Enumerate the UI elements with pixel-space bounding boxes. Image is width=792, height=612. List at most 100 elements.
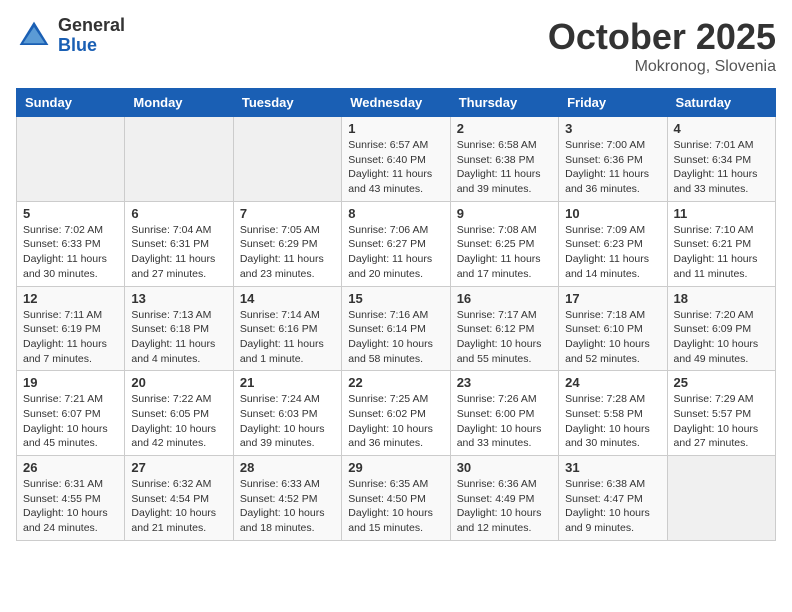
calendar-cell: 17Sunrise: 7:18 AM Sunset: 6:10 PM Dayli… [559, 286, 667, 371]
day-number: 21 [240, 375, 335, 390]
day-info: Sunrise: 6:36 AM Sunset: 4:49 PM Dayligh… [457, 477, 552, 536]
calendar-cell: 1 Sunrise: 6:57 AM Sunset: 6:40 PM Daylig… [342, 117, 450, 202]
day-info: Sunrise: 7:25 AM Sunset: 6:02 PM Dayligh… [348, 392, 443, 451]
col-header-monday: Monday [125, 89, 233, 117]
day-number: 11 [674, 206, 769, 221]
calendar-cell: 21 Sunrise: 7:24 AM Sunset: 6:03 PM Dayli… [233, 371, 341, 456]
calendar-cell: 8Sunrise: 7:06 AM Sunset: 6:27 PM Daylig… [342, 201, 450, 286]
calendar-cell: 10Sunrise: 7:09 AM Sunset: 6:23 PM Dayli… [559, 201, 667, 286]
day-number: 6 [131, 206, 226, 221]
calendar-week-row: 19 Sunrise: 7:21 AM Sunset: 6:07 PM Dayli… [17, 371, 776, 456]
day-number: 5 [23, 206, 118, 221]
calendar-cell: 20 Sunrise: 7:22 AM Sunset: 6:05 PM Dayli… [125, 371, 233, 456]
calendar-cell [233, 117, 341, 202]
day-info: Sunrise: 7:08 AM Sunset: 6:25 PM Dayligh… [457, 223, 552, 282]
logo: General Blue [16, 16, 125, 56]
day-info: Sunrise: 7:26 AM Sunset: 6:00 PM Dayligh… [457, 392, 552, 451]
calendar-week-row: 1 Sunrise: 6:57 AM Sunset: 6:40 PM Daylig… [17, 117, 776, 202]
col-header-thursday: Thursday [450, 89, 558, 117]
month-title: October 2025 [548, 16, 776, 58]
day-number: 25 [674, 375, 769, 390]
col-header-friday: Friday [559, 89, 667, 117]
col-header-tuesday: Tuesday [233, 89, 341, 117]
day-info: Sunrise: 7:16 AM Sunset: 6:14 PM Dayligh… [348, 308, 443, 367]
day-info: Sunrise: 6:35 AM Sunset: 4:50 PM Dayligh… [348, 477, 443, 536]
calendar-cell: 19 Sunrise: 7:21 AM Sunset: 6:07 PM Dayli… [17, 371, 125, 456]
day-number: 29 [348, 460, 443, 475]
calendar-cell: 16Sunrise: 7:17 AM Sunset: 6:12 PM Dayli… [450, 286, 558, 371]
day-number: 18 [674, 291, 769, 306]
title-block: October 2025 Mokronog, Slovenia [548, 16, 776, 76]
logo-general-text: General [58, 16, 125, 36]
day-info: Sunrise: 6:32 AM Sunset: 4:54 PM Dayligh… [131, 477, 226, 536]
logo-text: General Blue [58, 16, 125, 56]
calendar-cell: 15Sunrise: 7:16 AM Sunset: 6:14 PM Dayli… [342, 286, 450, 371]
day-number: 22 [348, 375, 443, 390]
calendar-cell: 29 Sunrise: 6:35 AM Sunset: 4:50 PM Dayli… [342, 456, 450, 541]
day-info: Sunrise: 7:01 AM Sunset: 6:34 PM Dayligh… [674, 138, 769, 197]
day-number: 14 [240, 291, 335, 306]
col-header-saturday: Saturday [667, 89, 775, 117]
day-number: 27 [131, 460, 226, 475]
day-number: 31 [565, 460, 660, 475]
day-number: 24 [565, 375, 660, 390]
day-number: 4 [674, 121, 769, 136]
day-info: Sunrise: 7:14 AM Sunset: 6:16 PM Dayligh… [240, 308, 335, 367]
calendar-cell: 25 Sunrise: 7:29 AM Sunset: 5:57 PM Dayli… [667, 371, 775, 456]
calendar-cell: 24 Sunrise: 7:28 AM Sunset: 5:58 PM Dayli… [559, 371, 667, 456]
day-number: 7 [240, 206, 335, 221]
day-number: 13 [131, 291, 226, 306]
calendar-week-row: 12 Sunrise: 7:11 AM Sunset: 6:19 PM Dayli… [17, 286, 776, 371]
day-info: Sunrise: 7:29 AM Sunset: 5:57 PM Dayligh… [674, 392, 769, 451]
day-info: Sunrise: 7:11 AM Sunset: 6:19 PM Dayligh… [23, 308, 118, 367]
calendar-cell: 2Sunrise: 6:58 AM Sunset: 6:38 PM Daylig… [450, 117, 558, 202]
day-number: 12 [23, 291, 118, 306]
day-number: 30 [457, 460, 552, 475]
day-info: Sunrise: 7:05 AM Sunset: 6:29 PM Dayligh… [240, 223, 335, 282]
calendar-table: SundayMondayTuesdayWednesdayThursdayFrid… [16, 88, 776, 541]
calendar-cell [17, 117, 125, 202]
day-number: 3 [565, 121, 660, 136]
calendar-cell: 11 Sunrise: 7:10 AM Sunset: 6:21 PM Dayli… [667, 201, 775, 286]
day-number: 23 [457, 375, 552, 390]
calendar-cell: 5 Sunrise: 7:02 AM Sunset: 6:33 PM Daylig… [17, 201, 125, 286]
calendar-week-row: 5 Sunrise: 7:02 AM Sunset: 6:33 PM Daylig… [17, 201, 776, 286]
logo-icon [16, 18, 52, 54]
calendar-cell: 6Sunrise: 7:04 AM Sunset: 6:31 PM Daylig… [125, 201, 233, 286]
calendar-cell: 23 Sunrise: 7:26 AM Sunset: 6:00 PM Dayli… [450, 371, 558, 456]
calendar-cell: 4 Sunrise: 7:01 AM Sunset: 6:34 PM Daylig… [667, 117, 775, 202]
day-info: Sunrise: 7:24 AM Sunset: 6:03 PM Dayligh… [240, 392, 335, 451]
calendar-cell: 31 Sunrise: 6:38 AM Sunset: 4:47 PM Dayli… [559, 456, 667, 541]
calendar-cell: 30 Sunrise: 6:36 AM Sunset: 4:49 PM Dayli… [450, 456, 558, 541]
day-number: 16 [457, 291, 552, 306]
day-info: Sunrise: 7:21 AM Sunset: 6:07 PM Dayligh… [23, 392, 118, 451]
day-info: Sunrise: 6:31 AM Sunset: 4:55 PM Dayligh… [23, 477, 118, 536]
day-info: Sunrise: 7:22 AM Sunset: 6:05 PM Dayligh… [131, 392, 226, 451]
day-info: Sunrise: 6:38 AM Sunset: 4:47 PM Dayligh… [565, 477, 660, 536]
calendar-cell: 7 Sunrise: 7:05 AM Sunset: 6:29 PM Daylig… [233, 201, 341, 286]
day-number: 9 [457, 206, 552, 221]
day-number: 1 [348, 121, 443, 136]
day-info: Sunrise: 7:20 AM Sunset: 6:09 PM Dayligh… [674, 308, 769, 367]
day-number: 26 [23, 460, 118, 475]
day-info: Sunrise: 6:57 AM Sunset: 6:40 PM Dayligh… [348, 138, 443, 197]
calendar-cell [667, 456, 775, 541]
logo-blue-text: Blue [58, 36, 125, 56]
calendar-cell: 26 Sunrise: 6:31 AM Sunset: 4:55 PM Dayli… [17, 456, 125, 541]
day-info: Sunrise: 7:02 AM Sunset: 6:33 PM Dayligh… [23, 223, 118, 282]
page-header: General Blue October 2025 Mokronog, Slov… [16, 16, 776, 76]
calendar-cell: 9 Sunrise: 7:08 AM Sunset: 6:25 PM Daylig… [450, 201, 558, 286]
day-info: Sunrise: 7:28 AM Sunset: 5:58 PM Dayligh… [565, 392, 660, 451]
day-number: 20 [131, 375, 226, 390]
day-number: 19 [23, 375, 118, 390]
col-header-wednesday: Wednesday [342, 89, 450, 117]
calendar-cell: 28Sunrise: 6:33 AM Sunset: 4:52 PM Dayli… [233, 456, 341, 541]
calendar-cell: 14 Sunrise: 7:14 AM Sunset: 6:16 PM Dayli… [233, 286, 341, 371]
day-info: Sunrise: 7:10 AM Sunset: 6:21 PM Dayligh… [674, 223, 769, 282]
day-info: Sunrise: 7:13 AM Sunset: 6:18 PM Dayligh… [131, 308, 226, 367]
day-number: 17 [565, 291, 660, 306]
day-info: Sunrise: 7:09 AM Sunset: 6:23 PM Dayligh… [565, 223, 660, 282]
day-number: 8 [348, 206, 443, 221]
day-info: Sunrise: 7:00 AM Sunset: 6:36 PM Dayligh… [565, 138, 660, 197]
calendar-cell: 12 Sunrise: 7:11 AM Sunset: 6:19 PM Dayli… [17, 286, 125, 371]
